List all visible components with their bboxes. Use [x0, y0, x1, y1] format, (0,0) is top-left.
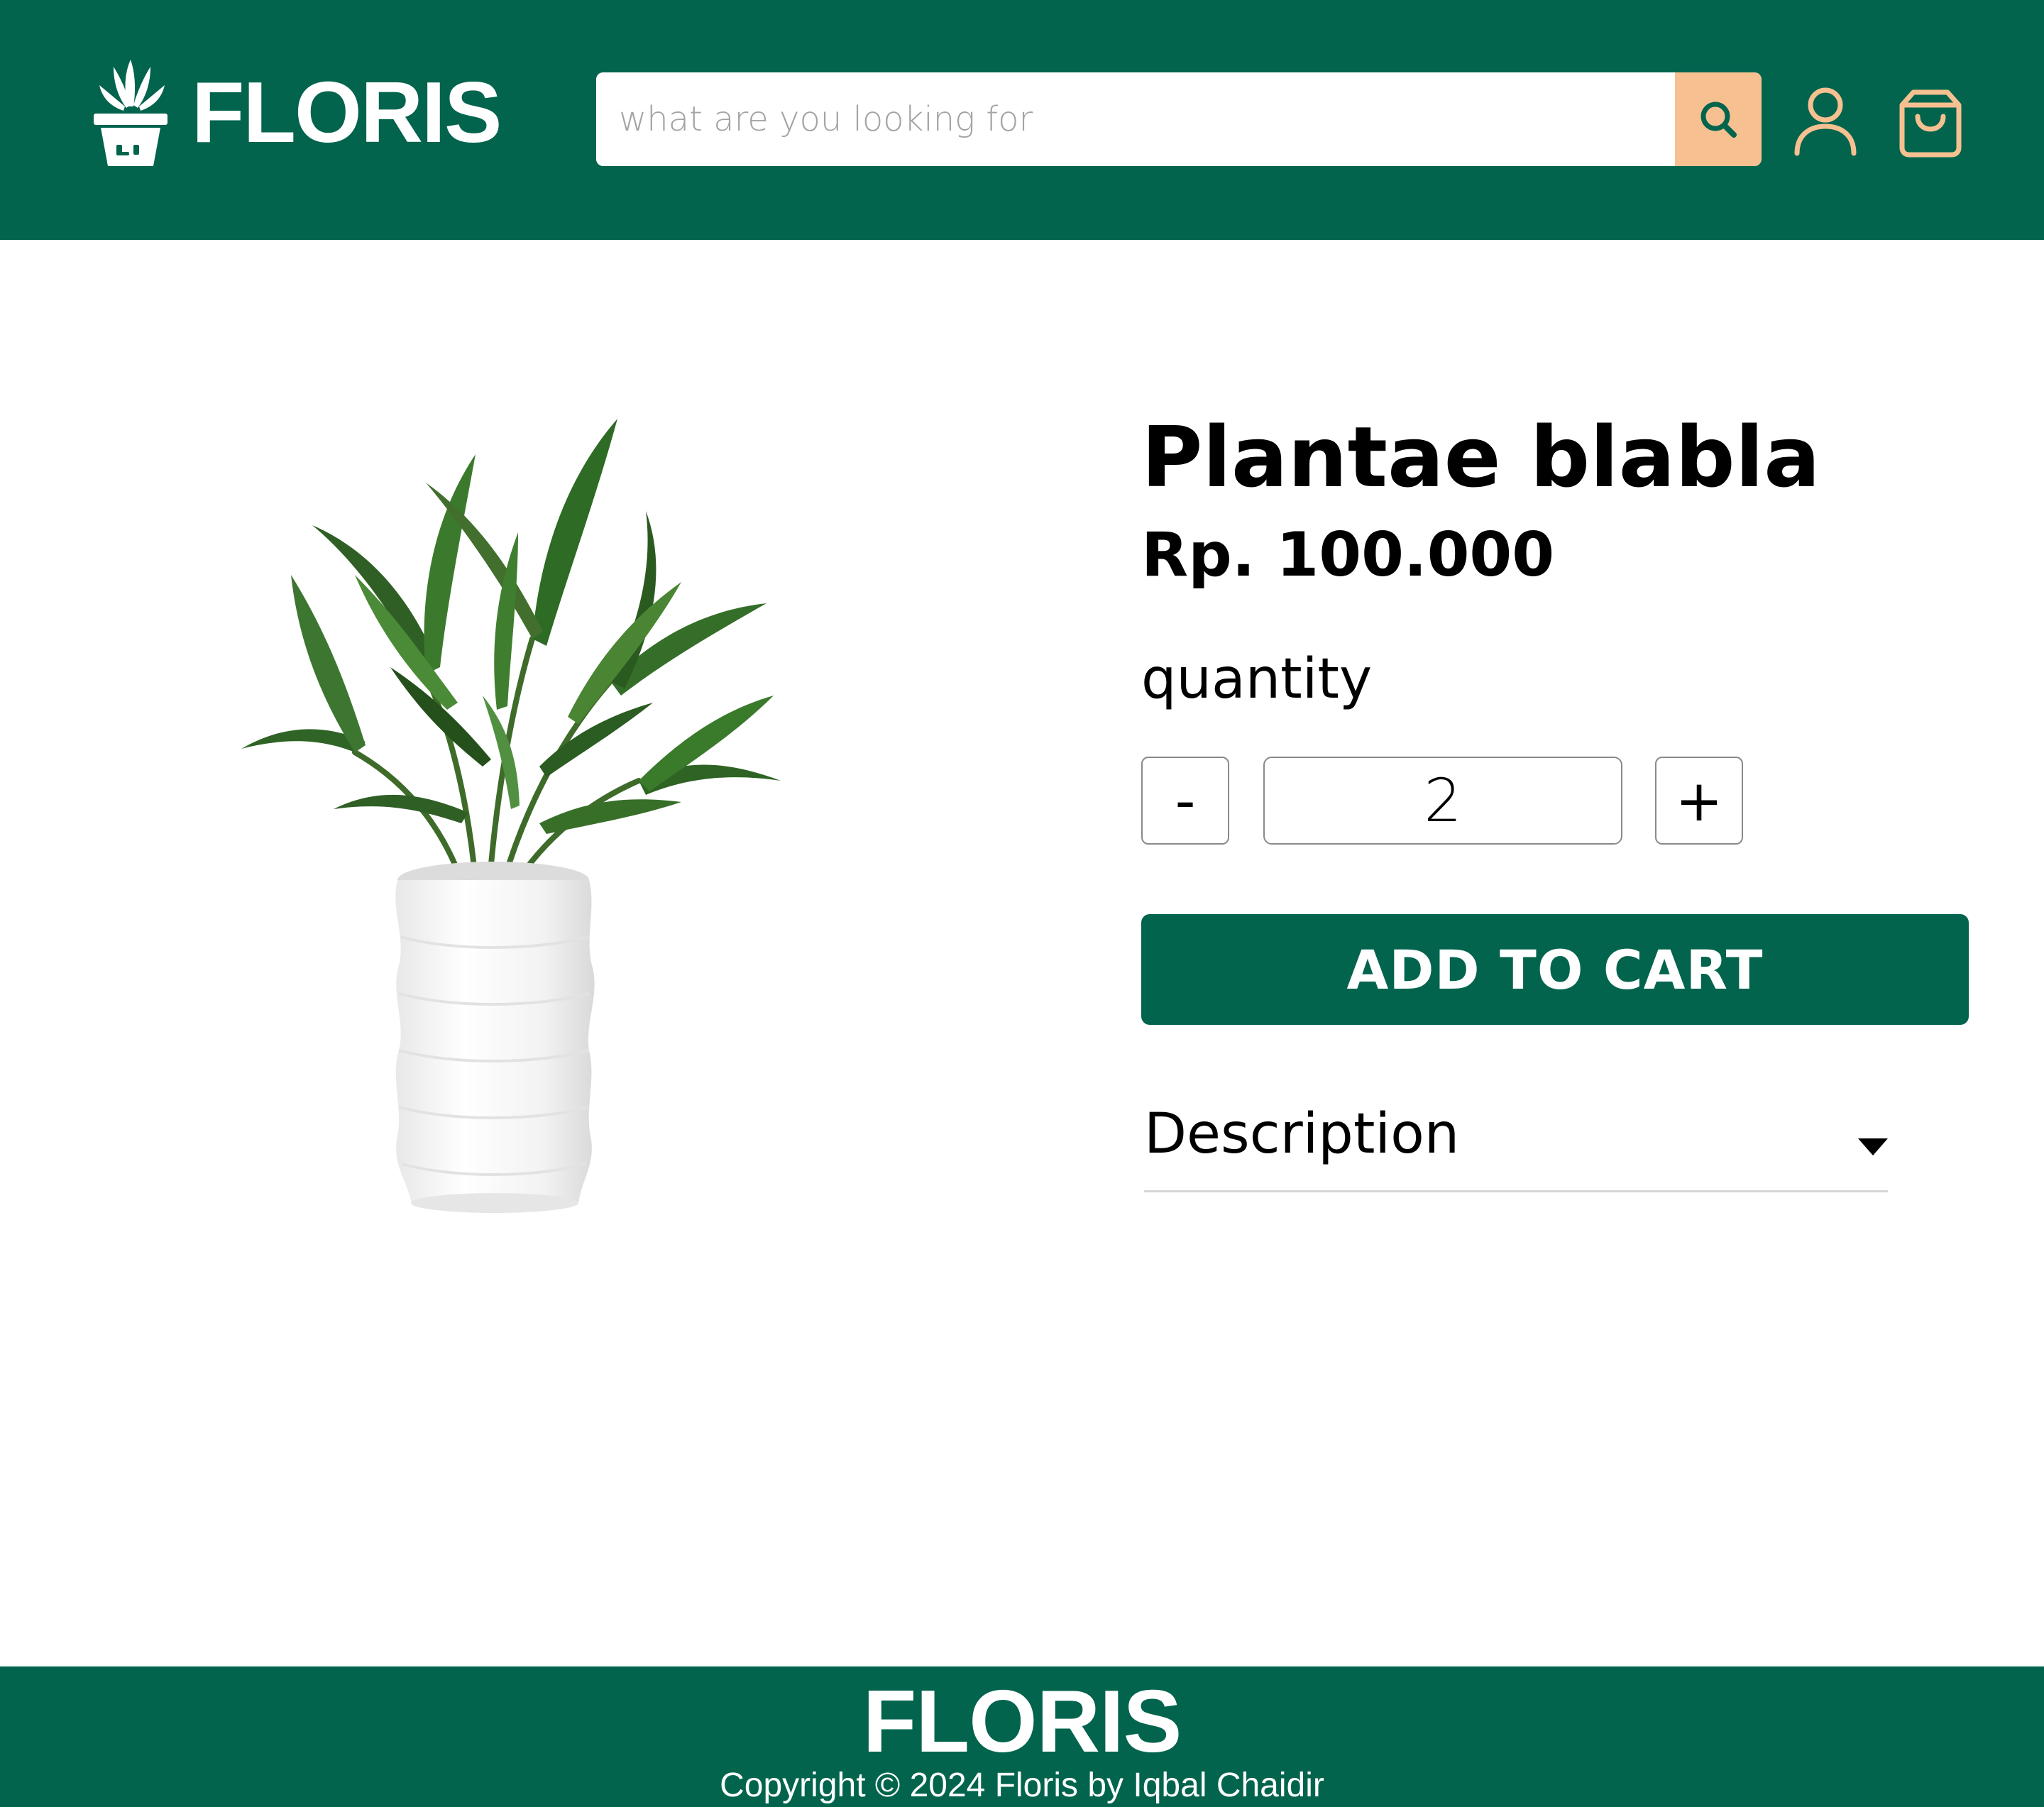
- product-image: [213, 341, 866, 1228]
- increment-quantity-button[interactable]: +: [1655, 757, 1743, 845]
- product-price: Rp. 100.000: [1141, 520, 1555, 591]
- brand-name: FLORIS: [192, 64, 502, 160]
- quantity-label: quantity: [1141, 647, 1373, 711]
- decrement-quantity-button[interactable]: -: [1141, 757, 1229, 845]
- site-header: FLORIS: [0, 0, 2044, 240]
- caret-down-icon: [1858, 1138, 1888, 1155]
- potted-plant-image: [241, 419, 781, 1213]
- description-accordion[interactable]: Description: [1144, 1097, 1888, 1192]
- copyright-text: Copyright © 2024 Floris by Iqbal Chaidir: [720, 1767, 1324, 1804]
- search-bar: [596, 72, 1762, 166]
- page: FLORIS what are you looking for Plantae …: [0, 0, 2044, 1807]
- add-to-cart-button[interactable]: ADD TO CART: [1141, 914, 1969, 1025]
- site-footer: FLORIS Copyright © 2024 Floris by Iqbal …: [0, 1666, 2044, 1807]
- search-button[interactable]: [1675, 72, 1762, 166]
- cart-button[interactable]: [1895, 79, 1966, 162]
- account-button[interactable]: [1790, 82, 1861, 159]
- quantity-input[interactable]: [1263, 757, 1622, 845]
- footer-brand: FLORIS: [862, 1673, 1182, 1771]
- logo[interactable]: FLORIS: [92, 55, 502, 169]
- search-input[interactable]: [596, 72, 1675, 166]
- user-icon: [1794, 87, 1857, 156]
- description-label: Description: [1144, 1102, 1460, 1166]
- shopping-bag-icon: [1899, 89, 1962, 158]
- search-icon: [1700, 101, 1737, 138]
- product-title: Plantae blabla: [1141, 408, 1820, 506]
- plant-pot-icon: [94, 60, 167, 166]
